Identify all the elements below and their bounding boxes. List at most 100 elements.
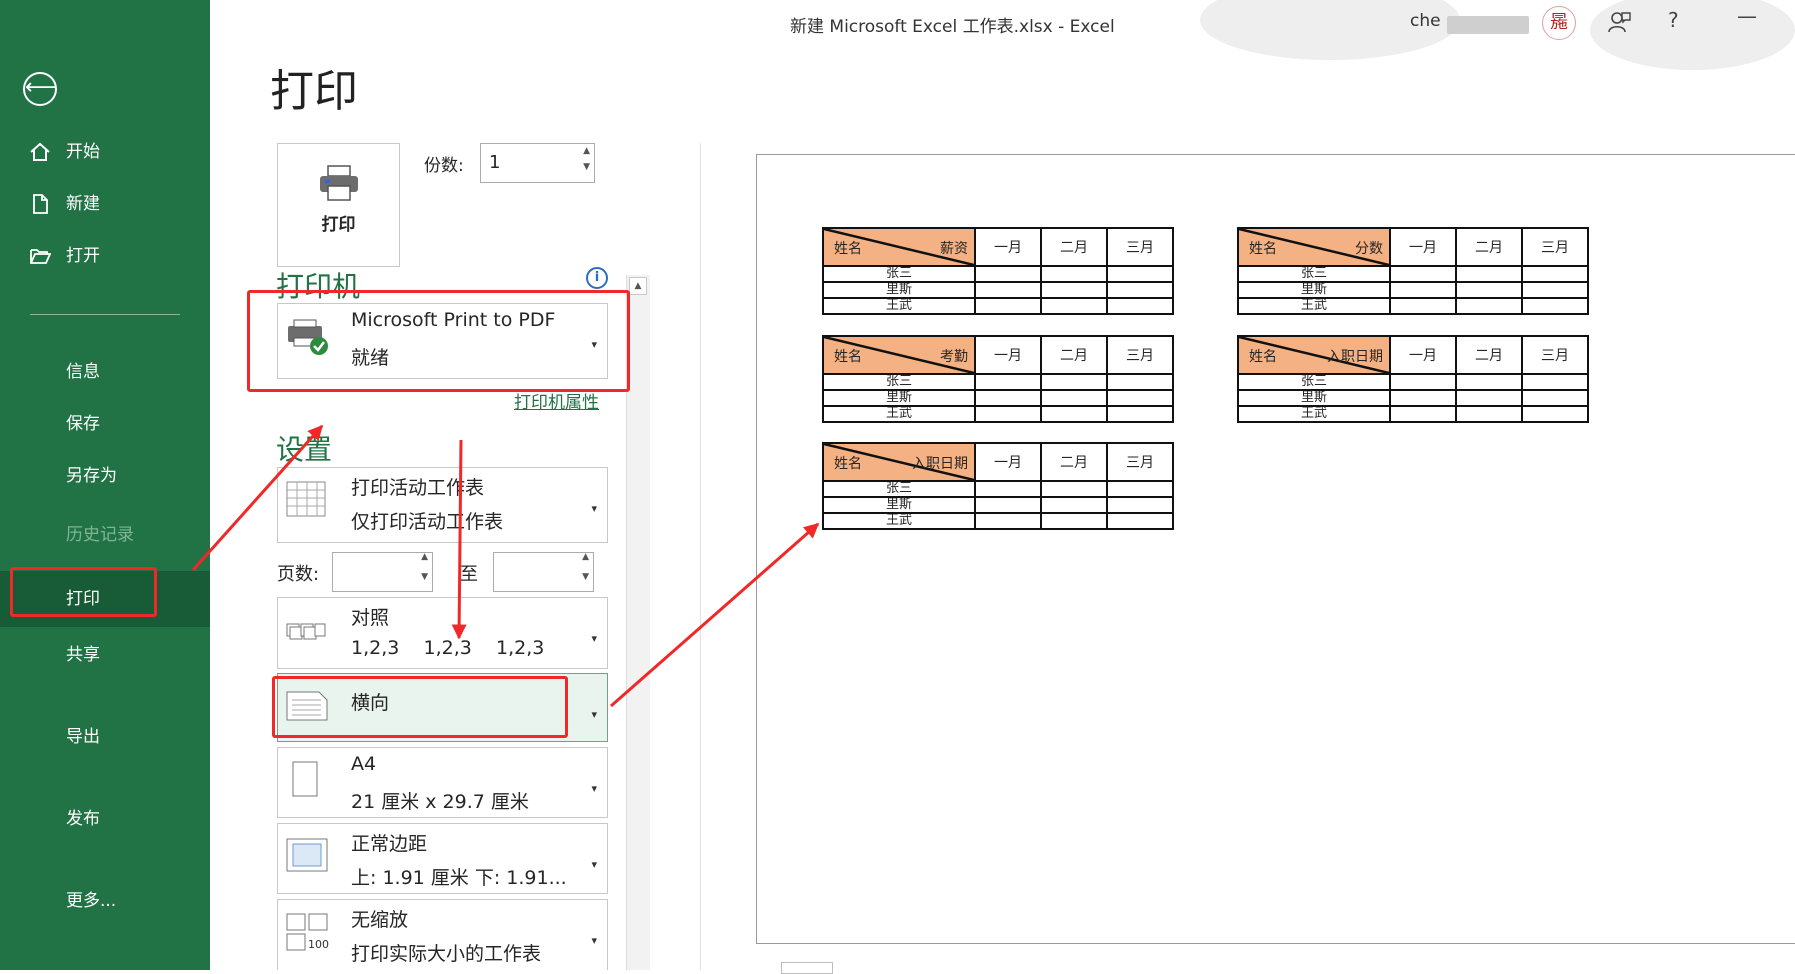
value-cell — [1040, 480, 1108, 498]
nav-item-export[interactable]: 导出 — [0, 713, 210, 761]
sheet-table: 姓名 分数 一月 二月 三月 张三 里斯 王武 — [1237, 227, 1589, 315]
value-cell — [1106, 405, 1174, 423]
chevron-down-icon[interactable]: ▾ — [591, 858, 597, 871]
row-header-label: 姓名 — [1249, 241, 1277, 257]
info-icon[interactable]: i — [586, 267, 608, 289]
diagonal-header-cell: 姓名 入职日期 — [1237, 335, 1391, 375]
value-cell — [1389, 265, 1457, 283]
month-header-cell: 一月 — [974, 442, 1042, 482]
collate-dropdown[interactable]: 对照 1,2,3 1,2,3 1,2,3 ▾ — [277, 597, 608, 669]
nav-item-label: 导出 — [66, 727, 100, 747]
table-row: 里斯 — [1237, 281, 1589, 299]
setting-subtitle: 打印实际大小的工作表 — [351, 943, 542, 965]
month-header-cell: 二月 — [1040, 227, 1108, 267]
nav-divider — [30, 314, 180, 315]
nav-item-share[interactable]: 共享 — [0, 631, 210, 679]
page-number-input[interactable] — [781, 962, 833, 974]
page-title: 打印 — [270, 66, 358, 117]
chevron-down-icon[interactable]: ▾ — [591, 708, 597, 721]
name-cell: 王武 — [822, 512, 976, 530]
value-cell — [1521, 281, 1589, 299]
scroll-up-icon[interactable]: ▲ — [629, 277, 647, 295]
feedback-icon[interactable] — [1606, 10, 1632, 36]
name-cell: 里斯 — [822, 496, 976, 514]
spin-down-icon[interactable]: ▼ — [582, 572, 589, 582]
value-cell — [1040, 512, 1108, 530]
print-button[interactable]: 打印 — [277, 143, 400, 267]
table-row: 张三 — [822, 373, 1174, 391]
name-cell: 张三 — [822, 265, 976, 283]
month-header-cell: 二月 — [1455, 227, 1523, 267]
chevron-down-icon[interactable]: ▾ — [591, 502, 597, 515]
setting-subtitle: 仅打印活动工作表 — [351, 511, 504, 533]
name-cell: 王武 — [1237, 405, 1391, 423]
value-cell — [1106, 297, 1174, 315]
paper-size-dropdown[interactable]: A4 21 厘米 x 29.7 厘米 ▾ — [277, 747, 608, 818]
spin-down-icon[interactable]: ▼ — [421, 572, 428, 582]
copies-input[interactable]: 1 ▲ ▼ — [480, 143, 595, 183]
nav-item-publish[interactable]: 发布 — [0, 795, 210, 843]
name-cell: 王武 — [822, 297, 976, 315]
month-header-cell: 一月 — [1389, 335, 1457, 375]
value-cell — [974, 373, 1042, 391]
nav-item-label: 开始 — [66, 142, 100, 162]
minimize-icon[interactable]: — — [1737, 4, 1757, 28]
name-cell: 里斯 — [1237, 281, 1391, 299]
help-icon[interactable]: ? — [1668, 8, 1679, 32]
annotation-highlight-orientation — [272, 676, 568, 738]
setting-title: 打印活动工作表 — [351, 477, 485, 499]
account-name[interactable]: che — [1410, 11, 1441, 31]
nav-item-save[interactable]: 保存 — [0, 400, 210, 448]
value-cell — [1106, 512, 1174, 530]
table-row: 张三 — [1237, 265, 1589, 283]
column-header-label: 考勤 — [940, 349, 968, 365]
table-row: 张三 — [1237, 373, 1589, 391]
sheet-table: 姓名 入职日期 一月 二月 三月 张三 里斯 王武 — [822, 442, 1174, 530]
month-header-cell: 二月 — [1040, 442, 1108, 482]
value-cell — [1389, 281, 1457, 299]
value-cell — [1521, 297, 1589, 315]
print-what-dropdown[interactable]: 打印活动工作表 仅打印活动工作表 ▾ — [277, 467, 608, 543]
month-header-cell: 一月 — [974, 335, 1042, 375]
chevron-down-icon[interactable]: ▾ — [591, 632, 597, 645]
back-arrow-icon[interactable]: ⟵ — [23, 72, 57, 106]
margins-dropdown[interactable]: 正常边距 上: 1.91 厘米 下: 1.91... ▾ — [277, 823, 608, 894]
value-cell — [1040, 373, 1108, 391]
value-cell — [974, 405, 1042, 423]
setting-title: 对照 — [351, 607, 390, 629]
setting-title: 无缩放 — [351, 909, 409, 931]
value-cell — [1106, 265, 1174, 283]
table-row: 张三 — [822, 265, 1174, 283]
table-row: 王武 — [1237, 405, 1589, 423]
value-cell — [1040, 389, 1108, 407]
diagonal-header-cell: 姓名 考勤 — [822, 335, 976, 375]
month-header-cell: 一月 — [1389, 227, 1457, 267]
nav-item-info[interactable]: 信息 — [0, 348, 210, 396]
nav-item-new[interactable]: 新建 — [0, 180, 210, 228]
nav-item-label: 更多... — [66, 891, 117, 911]
month-header-cell: 三月 — [1106, 335, 1174, 375]
nav-item-open[interactable]: 打开 — [0, 232, 210, 280]
spin-up-icon[interactable]: ▲ — [582, 552, 589, 562]
diagonal-header-cell: 姓名 薪资 — [822, 227, 976, 267]
chevron-down-icon[interactable]: ▾ — [591, 782, 597, 795]
month-header-cell: 三月 — [1521, 227, 1589, 267]
page-from-input[interactable]: ▲ ▼ — [332, 552, 433, 592]
nav-item-more[interactable]: 更多... — [0, 877, 210, 925]
spin-down-icon[interactable]: ▼ — [583, 148, 590, 186]
scaling-icon: 100 — [286, 913, 329, 951]
page-to-input[interactable]: ▲ ▼ — [493, 552, 594, 592]
month-header-cell: 三月 — [1106, 442, 1174, 482]
chevron-down-icon[interactable]: ▾ — [591, 934, 597, 947]
value-cell — [974, 265, 1042, 283]
spin-up-icon[interactable]: ▲ — [421, 552, 428, 562]
nav-item-save-as[interactable]: 另存为 — [0, 452, 210, 500]
value-cell — [1106, 281, 1174, 299]
value-cell — [1389, 373, 1457, 391]
value-cell — [1521, 265, 1589, 283]
nav-item-label: 发布 — [66, 809, 100, 829]
nav-item-home[interactable]: 开始 — [0, 128, 210, 176]
avatar[interactable]: 㒾 — [1542, 6, 1576, 40]
scaling-dropdown[interactable]: 100 无缩放 打印实际大小的工作表 ▾ — [277, 899, 608, 970]
margins-icon — [286, 838, 328, 872]
